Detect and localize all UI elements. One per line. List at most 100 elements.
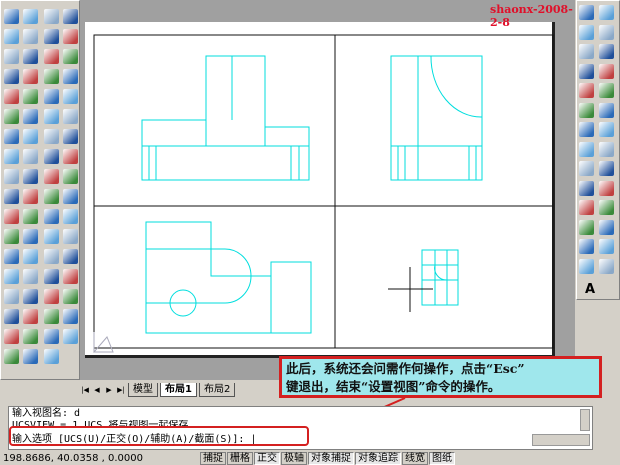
toolbar-tool-icon[interactable] bbox=[23, 189, 38, 204]
polar-toggle[interactable]: 极轴 bbox=[281, 451, 307, 465]
next-tab-button[interactable]: ▶ bbox=[104, 386, 114, 394]
toolbar-tool-icon[interactable] bbox=[4, 229, 19, 244]
toolbar-tool-icon[interactable] bbox=[44, 249, 59, 264]
toolbar-tool-icon[interactable] bbox=[4, 129, 19, 144]
toolbar-tool-icon[interactable] bbox=[44, 89, 59, 104]
toolbar-tool-icon[interactable] bbox=[63, 129, 78, 144]
toolbar-tool-icon[interactable] bbox=[63, 309, 78, 324]
toolbar-tool-icon[interactable] bbox=[63, 109, 78, 124]
toolbar-tool-icon[interactable] bbox=[23, 229, 38, 244]
toolbar-tool-icon[interactable] bbox=[44, 289, 59, 304]
toolbar-tool-icon[interactable] bbox=[23, 209, 38, 224]
text-icon[interactable]: A bbox=[585, 282, 595, 297]
command-scrollbar[interactable] bbox=[580, 409, 590, 431]
toolbar-tool-icon[interactable] bbox=[599, 239, 614, 254]
toolbar-tool-icon[interactable] bbox=[23, 169, 38, 184]
toolbar-tool-icon[interactable] bbox=[579, 5, 594, 20]
toolbar-tool-icon[interactable] bbox=[63, 29, 78, 44]
toolbar-tool-icon[interactable] bbox=[23, 69, 38, 84]
toolbar-tool-icon[interactable] bbox=[63, 269, 78, 284]
toolbar-tool-icon[interactable] bbox=[23, 129, 38, 144]
toolbar-tool-icon[interactable] bbox=[579, 102, 594, 118]
toolbar-tool-icon[interactable] bbox=[4, 109, 19, 124]
toolbar-tool-icon[interactable] bbox=[44, 109, 59, 124]
toolbar-tool-icon[interactable] bbox=[44, 129, 59, 144]
toolbar-tool-icon[interactable] bbox=[4, 49, 19, 64]
toolbar-tool-icon[interactable] bbox=[63, 9, 78, 24]
toolbar-tool-icon[interactable] bbox=[23, 249, 38, 264]
toolbar-tool-icon[interactable] bbox=[44, 309, 59, 324]
toolbar-tool-icon[interactable] bbox=[23, 49, 38, 64]
toolbar-tool-icon[interactable] bbox=[63, 289, 78, 304]
toolbar-tool-icon[interactable] bbox=[4, 309, 19, 324]
toolbar-tool-icon[interactable] bbox=[599, 200, 614, 215]
toolbar-tool-icon[interactable] bbox=[63, 169, 78, 184]
toolbar-tool-icon[interactable] bbox=[44, 69, 59, 84]
toolbar-tool-icon[interactable] bbox=[44, 189, 59, 204]
toolbar-tool-icon[interactable] bbox=[599, 83, 614, 98]
toolbar-tool-icon[interactable] bbox=[599, 63, 614, 79]
toolbar-tool-icon[interactable] bbox=[599, 122, 614, 137]
toolbar-tool-icon[interactable] bbox=[579, 200, 594, 215]
ortho-toggle[interactable]: 正交 bbox=[254, 451, 280, 465]
toolbar-tool-icon[interactable] bbox=[44, 149, 59, 164]
toolbar-tool-icon[interactable] bbox=[23, 309, 38, 324]
toolbar-tool-icon[interactable] bbox=[44, 229, 59, 244]
tab-layout2[interactable]: 布局2 bbox=[198, 383, 236, 397]
toolbar-tool-icon[interactable] bbox=[4, 29, 19, 44]
toolbar-tool-icon[interactable] bbox=[23, 349, 38, 364]
toolbar-tool-icon[interactable] bbox=[579, 24, 594, 40]
last-tab-button[interactable]: ▶| bbox=[116, 386, 126, 394]
toolbar-tool-icon[interactable] bbox=[44, 329, 59, 344]
prev-tab-button[interactable]: ◀ bbox=[92, 386, 102, 394]
toolbar-tool-icon[interactable] bbox=[63, 89, 78, 104]
tab-model[interactable]: 模型 bbox=[128, 383, 158, 397]
command-hscroll[interactable] bbox=[532, 434, 590, 446]
toolbar-tool-icon[interactable] bbox=[23, 289, 38, 304]
toolbar-tool-icon[interactable] bbox=[579, 141, 594, 157]
toolbar-tool-icon[interactable] bbox=[579, 258, 594, 274]
toolbar-tool-icon[interactable] bbox=[4, 189, 19, 204]
toolbar-tool-icon[interactable] bbox=[4, 349, 19, 364]
toolbar-tool-icon[interactable] bbox=[63, 249, 78, 264]
drawing-canvas[interactable]: shaonx-2008-2-8 bbox=[80, 0, 575, 380]
toolbar-tool-icon[interactable] bbox=[599, 161, 614, 176]
toolbar-tool-icon[interactable] bbox=[63, 229, 78, 244]
toolbar-tool-icon[interactable] bbox=[599, 102, 614, 118]
toolbar-tool-icon[interactable] bbox=[4, 169, 19, 184]
toolbar-tool-icon[interactable] bbox=[44, 9, 59, 24]
toolbar-tool-icon[interactable] bbox=[4, 209, 19, 224]
toolbar-tool-icon[interactable] bbox=[4, 89, 19, 104]
toolbar-tool-icon[interactable] bbox=[23, 89, 38, 104]
toolbar-tool-icon[interactable] bbox=[579, 83, 594, 98]
toolbar-tool-icon[interactable] bbox=[599, 219, 614, 235]
snap-toggle[interactable]: 捕捉 bbox=[200, 451, 226, 465]
toolbar-tool-icon[interactable] bbox=[23, 269, 38, 284]
toolbar-tool-icon[interactable] bbox=[44, 349, 59, 364]
toolbar-tool-icon[interactable] bbox=[579, 44, 594, 59]
toolbar-tool-icon[interactable] bbox=[4, 289, 19, 304]
toolbar-tool-icon[interactable] bbox=[23, 109, 38, 124]
toolbar-tool-icon[interactable] bbox=[579, 239, 594, 254]
toolbar-tool-icon[interactable] bbox=[599, 180, 614, 196]
toolbar-tool-icon[interactable] bbox=[63, 189, 78, 204]
toolbar-tool-icon[interactable] bbox=[4, 149, 19, 164]
toolbar-tool-icon[interactable] bbox=[579, 219, 594, 235]
grid-toggle[interactable]: 栅格 bbox=[227, 451, 253, 465]
toolbar-tool-icon[interactable] bbox=[23, 29, 38, 44]
toolbar-tool-icon[interactable] bbox=[579, 122, 594, 137]
toolbar-tool-icon[interactable] bbox=[23, 9, 38, 24]
toolbar-tool-icon[interactable] bbox=[4, 329, 19, 344]
toolbar-tool-icon[interactable] bbox=[4, 249, 19, 264]
otrack-toggle[interactable]: 对象追踪 bbox=[355, 451, 401, 465]
toolbar-tool-icon[interactable] bbox=[44, 209, 59, 224]
first-tab-button[interactable]: |◀ bbox=[80, 386, 90, 394]
toolbar-tool-icon[interactable] bbox=[23, 329, 38, 344]
toolbar-tool-icon[interactable] bbox=[44, 169, 59, 184]
toolbar-tool-icon[interactable] bbox=[63, 209, 78, 224]
toolbar-tool-icon[interactable] bbox=[63, 69, 78, 84]
toolbar-tool-icon[interactable] bbox=[44, 49, 59, 64]
toolbar-tool-icon[interactable] bbox=[599, 44, 614, 59]
toolbar-tool-icon[interactable] bbox=[599, 24, 614, 40]
toolbar-tool-icon[interactable] bbox=[599, 141, 614, 157]
